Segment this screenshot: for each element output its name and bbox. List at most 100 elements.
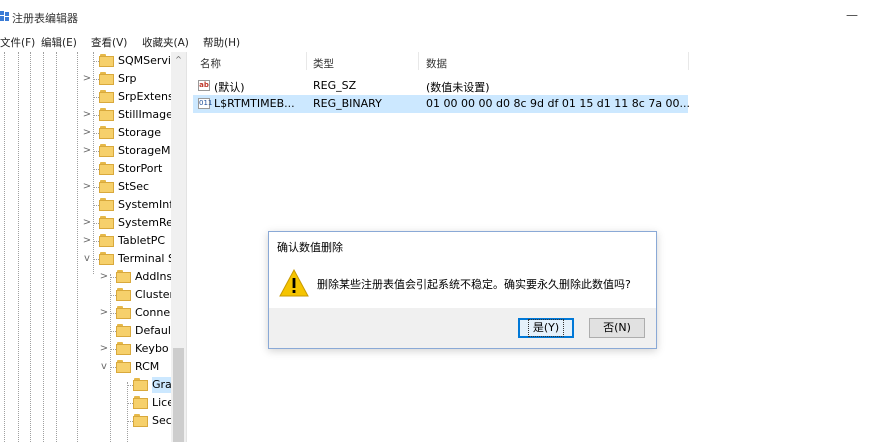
binary-value-icon: 011 bbox=[198, 98, 213, 109]
expand-arrow-icon[interactable]: > bbox=[82, 127, 92, 139]
folder-icon bbox=[116, 360, 132, 374]
tree-node[interactable]: > AddIns bbox=[0, 268, 172, 286]
expand-arrow-icon[interactable]: > bbox=[82, 217, 92, 229]
expand-arrow-icon[interactable]: > bbox=[82, 145, 92, 157]
collapse-arrow-icon[interactable]: v bbox=[82, 253, 92, 265]
expand-arrow-icon[interactable]: > bbox=[99, 271, 109, 283]
value-name: (默认) bbox=[214, 81, 245, 94]
value-name: L$RTMTIMEB... bbox=[214, 97, 295, 110]
tree-node[interactable]: v RCM bbox=[0, 358, 171, 376]
folder-icon bbox=[133, 396, 149, 410]
folder-icon bbox=[116, 306, 132, 320]
menu-help[interactable]: 帮助(H) bbox=[203, 35, 240, 50]
column-header-data[interactable]: 数据 bbox=[426, 56, 447, 71]
tree-node[interactable]: > StorageM bbox=[0, 142, 171, 160]
folder-icon bbox=[99, 90, 115, 104]
folder-icon bbox=[116, 342, 132, 356]
tree-node-label: SQMServi bbox=[118, 54, 171, 67]
expand-arrow-icon[interactable] bbox=[116, 379, 126, 391]
menu-edit[interactable]: 编辑(E) bbox=[41, 35, 77, 50]
string-value-icon: ab bbox=[198, 80, 210, 91]
scrollbar-thumb[interactable] bbox=[173, 348, 184, 442]
tree-node-label: SystemRe bbox=[118, 216, 173, 229]
tree-node-label: StorPort bbox=[118, 162, 163, 175]
tree-node[interactable]: > Srp bbox=[0, 70, 171, 88]
tree-node-label: Terminal S bbox=[118, 252, 175, 265]
tree-node-label: Srp bbox=[118, 72, 137, 85]
expand-arrow-icon[interactable] bbox=[82, 91, 92, 103]
tree-node[interactable]: > Keybo bbox=[0, 340, 171, 358]
expand-arrow-icon[interactable] bbox=[82, 55, 92, 67]
folder-icon bbox=[99, 72, 115, 86]
tree-node[interactable]: > StillImage bbox=[0, 106, 173, 124]
tree-node[interactable]: > SystemRe bbox=[0, 214, 173, 232]
menu-file[interactable]: 文件(F) bbox=[0, 35, 35, 50]
expand-arrow-icon[interactable]: > bbox=[99, 307, 109, 319]
tree-node-label: StorageM bbox=[118, 144, 171, 157]
no-button[interactable]: 否(N) bbox=[589, 318, 645, 338]
folder-icon bbox=[99, 216, 115, 230]
value-type: REG_SZ bbox=[313, 79, 357, 92]
tree-node[interactable]: Cluster bbox=[0, 286, 174, 304]
warning-icon bbox=[279, 269, 309, 297]
expand-arrow-icon[interactable]: > bbox=[82, 235, 92, 247]
menu-favorites[interactable]: 收藏夹(A) bbox=[142, 35, 189, 50]
tree-node[interactable]: Defaul bbox=[0, 322, 171, 340]
value-row[interactable]: ab (默认) REG_SZ (数值未设置) bbox=[193, 77, 688, 95]
expand-arrow-icon[interactable] bbox=[116, 397, 126, 409]
expand-arrow-icon[interactable] bbox=[99, 325, 109, 337]
folder-icon bbox=[116, 288, 132, 302]
tree-node[interactable]: StorPort bbox=[0, 160, 171, 178]
yes-button[interactable]: 是(Y) bbox=[518, 318, 574, 338]
tree-node-label: SrpExtens bbox=[118, 90, 174, 103]
tree-node-label: Keybo bbox=[135, 342, 169, 355]
window-title: 注册表编辑器 bbox=[12, 12, 78, 25]
tree-node[interactable]: > Conne bbox=[0, 304, 171, 322]
tree-node-label: Sec bbox=[152, 414, 172, 427]
scroll-up-arrow-icon[interactable]: ^ bbox=[171, 54, 186, 66]
menu-view[interactable]: 查看(V) bbox=[91, 35, 127, 50]
tree-node[interactable]: > TabletPC bbox=[0, 232, 171, 250]
tree-node[interactable]: SrpExtens bbox=[0, 88, 174, 106]
registry-tree[interactable]: SQMServi > Srp SrpExtens > StillImage > … bbox=[0, 52, 187, 442]
tree-node[interactable]: Sec bbox=[0, 412, 172, 430]
folder-icon bbox=[99, 180, 115, 194]
folder-icon bbox=[116, 324, 132, 338]
tree-node-label: Gra bbox=[152, 377, 172, 393]
tree-node-label: SystemInf bbox=[118, 198, 174, 211]
folder-open-icon bbox=[133, 378, 149, 392]
minimize-button[interactable]: — bbox=[840, 6, 864, 24]
value-row-selected[interactable]: 011 L$RTMTIMEB... REG_BINARY 01 00 00 00… bbox=[193, 95, 690, 113]
tree-node[interactable]: v Terminal S bbox=[0, 250, 175, 268]
tree-node[interactable]: SQMServi bbox=[0, 52, 171, 70]
folder-icon bbox=[99, 54, 115, 68]
tree-node-label: Defaul bbox=[135, 324, 171, 337]
expand-arrow-icon[interactable] bbox=[99, 289, 109, 301]
expand-arrow-icon[interactable]: > bbox=[82, 181, 92, 193]
column-header-type[interactable]: 类型 bbox=[313, 56, 334, 71]
expand-arrow-icon[interactable]: > bbox=[82, 73, 92, 85]
tree-node-label: StillImage bbox=[118, 108, 173, 121]
title-bar: 注册表编辑器 — bbox=[0, 0, 874, 32]
dialog-message: 删除某些注册表值会引起系统不稳定。确实要永久删除此数值吗? bbox=[317, 278, 631, 291]
expand-arrow-icon[interactable]: > bbox=[99, 343, 109, 355]
expand-arrow-icon[interactable] bbox=[82, 199, 92, 211]
tree-node[interactable]: Lice bbox=[0, 394, 174, 412]
column-header-name[interactable]: 名称 bbox=[200, 56, 221, 71]
tree-node-label: RCM bbox=[135, 360, 160, 373]
tree-node-selected[interactable]: Gra bbox=[0, 376, 172, 394]
expand-arrow-icon[interactable] bbox=[82, 163, 92, 175]
tree-node-label: StSec bbox=[118, 180, 150, 193]
tree-node[interactable]: SystemInf bbox=[0, 196, 174, 214]
dialog-title: 确认数值删除 bbox=[277, 241, 343, 254]
collapse-arrow-icon[interactable]: v bbox=[99, 361, 109, 373]
tree-scrollbar[interactable]: ^ bbox=[171, 52, 186, 442]
tree-node[interactable]: > Storage bbox=[0, 124, 171, 142]
folder-icon bbox=[99, 126, 115, 140]
folder-icon bbox=[99, 162, 115, 176]
folder-icon bbox=[99, 252, 115, 266]
folder-icon bbox=[133, 414, 149, 428]
expand-arrow-icon[interactable] bbox=[116, 415, 126, 427]
expand-arrow-icon[interactable]: > bbox=[82, 109, 92, 121]
tree-node[interactable]: > StSec bbox=[0, 178, 171, 196]
